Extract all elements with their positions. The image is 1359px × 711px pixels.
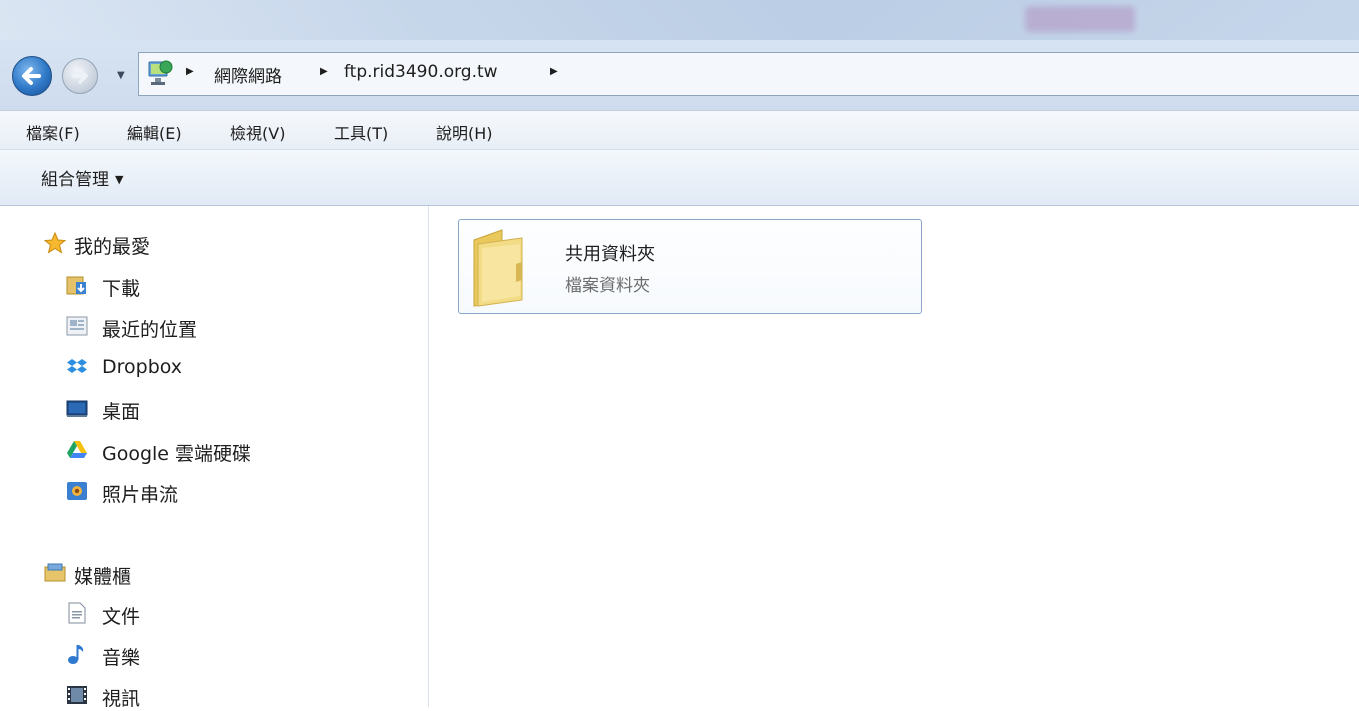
menu-bar xyxy=(0,110,1359,150)
nav-item-downloads[interactable]: 下載 xyxy=(102,274,140,301)
menu-help[interactable]: 說明(H) xyxy=(436,120,493,144)
dropbox-icon xyxy=(66,356,88,378)
titlebar-glow xyxy=(0,0,1359,40)
desktop-icon xyxy=(66,397,88,419)
nav-item-music[interactable]: 音樂 xyxy=(102,643,140,670)
forward-arrow-icon xyxy=(71,68,88,84)
nav-item-recent-places[interactable]: 最近的位置 xyxy=(102,315,197,342)
back-arrow-icon xyxy=(22,67,41,85)
chevron-down-icon: ▼ xyxy=(115,173,124,186)
documents-icon xyxy=(66,602,88,624)
breadcrumb-separator-icon[interactable]: ▶ xyxy=(550,66,558,77)
nav-libraries-header[interactable]: 媒體櫃 xyxy=(74,562,131,589)
film-strip-icon xyxy=(66,684,88,706)
folder-name: 共用資料夾 xyxy=(565,244,655,265)
downloads-folder-icon xyxy=(66,274,88,296)
organize-button[interactable]: 組合管理 ▼ xyxy=(41,165,123,190)
nav-item-photo-stream[interactable]: 照片串流 xyxy=(102,480,178,507)
forward-button[interactable] xyxy=(62,58,98,94)
menu-view[interactable]: 檢視(V) xyxy=(230,120,285,144)
folder-icon xyxy=(468,224,530,310)
command-bar xyxy=(0,150,1359,206)
nav-item-documents[interactable]: 文件 xyxy=(102,602,140,629)
nav-item-dropbox[interactable]: Dropbox xyxy=(102,356,182,378)
star-icon xyxy=(43,231,67,254)
back-button[interactable] xyxy=(12,56,52,96)
network-location-icon xyxy=(146,58,176,88)
menu-edit[interactable]: 編輯(E) xyxy=(127,120,182,144)
photo-stream-icon xyxy=(66,480,88,502)
breadcrumb-ftp-host[interactable]: ftp.rid3490.org.tw xyxy=(344,62,498,82)
menu-tools[interactable]: 工具(T) xyxy=(334,120,388,144)
nav-favorites-header[interactable]: 我的最愛 xyxy=(74,232,150,259)
recent-places-icon xyxy=(66,315,88,337)
titlebar-blurred-caption xyxy=(1025,6,1135,32)
music-note-icon xyxy=(66,643,88,665)
folder-type: 檔案資料夾 xyxy=(565,276,650,296)
libraries-icon xyxy=(44,562,66,584)
nav-item-desktop[interactable]: 桌面 xyxy=(102,397,140,424)
breadcrumb-network[interactable]: 網際網路 xyxy=(214,62,282,87)
organize-label: 組合管理 xyxy=(41,170,109,190)
breadcrumb-separator-icon[interactable]: ▶ xyxy=(320,66,328,77)
nav-item-google-drive[interactable]: Google 雲端硬碟 xyxy=(102,439,251,466)
google-drive-icon xyxy=(66,439,88,461)
menu-file[interactable]: 檔案(F) xyxy=(26,120,80,144)
recent-pages-dropdown-icon[interactable]: ▼ xyxy=(117,70,125,81)
breadcrumb-separator-icon[interactable]: ▶ xyxy=(186,66,194,77)
